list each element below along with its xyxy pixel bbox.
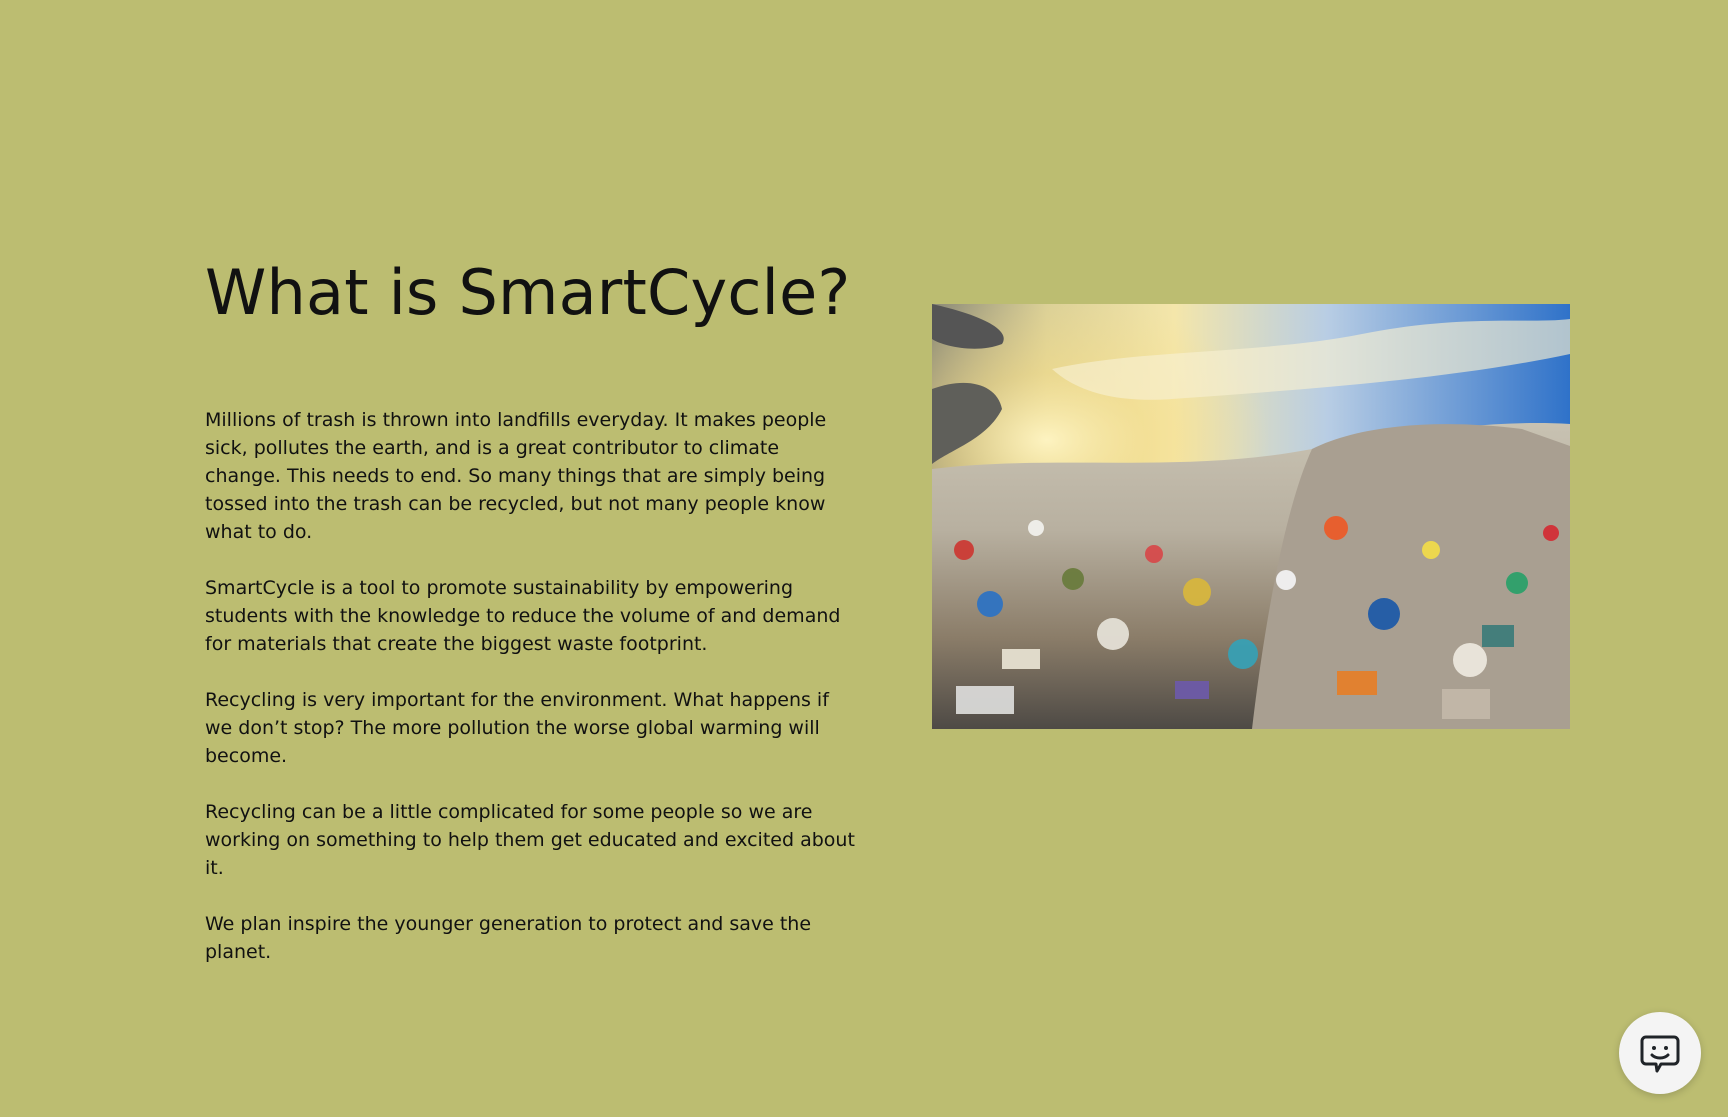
about-paragraph-4: Recycling can be a little complicated fo… (205, 801, 855, 879)
page-title: What is SmartCycle? (205, 256, 851, 329)
about-paragraph-1: Millions of trash is thrown into landfil… (205, 409, 827, 543)
about-paragraphs: Millions of trash is thrown into landfil… (205, 406, 860, 966)
feedback-chat-icon (1640, 1035, 1680, 1073)
landfill-image (932, 304, 1570, 729)
feedback-button[interactable] (1619, 1012, 1701, 1094)
about-section: What is SmartCycle? Millions of trash is… (0, 0, 1728, 1117)
about-paragraph-3: Recycling is very important for the envi… (205, 689, 829, 767)
about-paragraph-2: SmartCycle is a tool to promote sustaina… (205, 577, 841, 655)
about-text-column: What is SmartCycle? Millions of trash is… (205, 255, 860, 994)
about-paragraph-5: We plan inspire the younger generation t… (205, 913, 812, 963)
